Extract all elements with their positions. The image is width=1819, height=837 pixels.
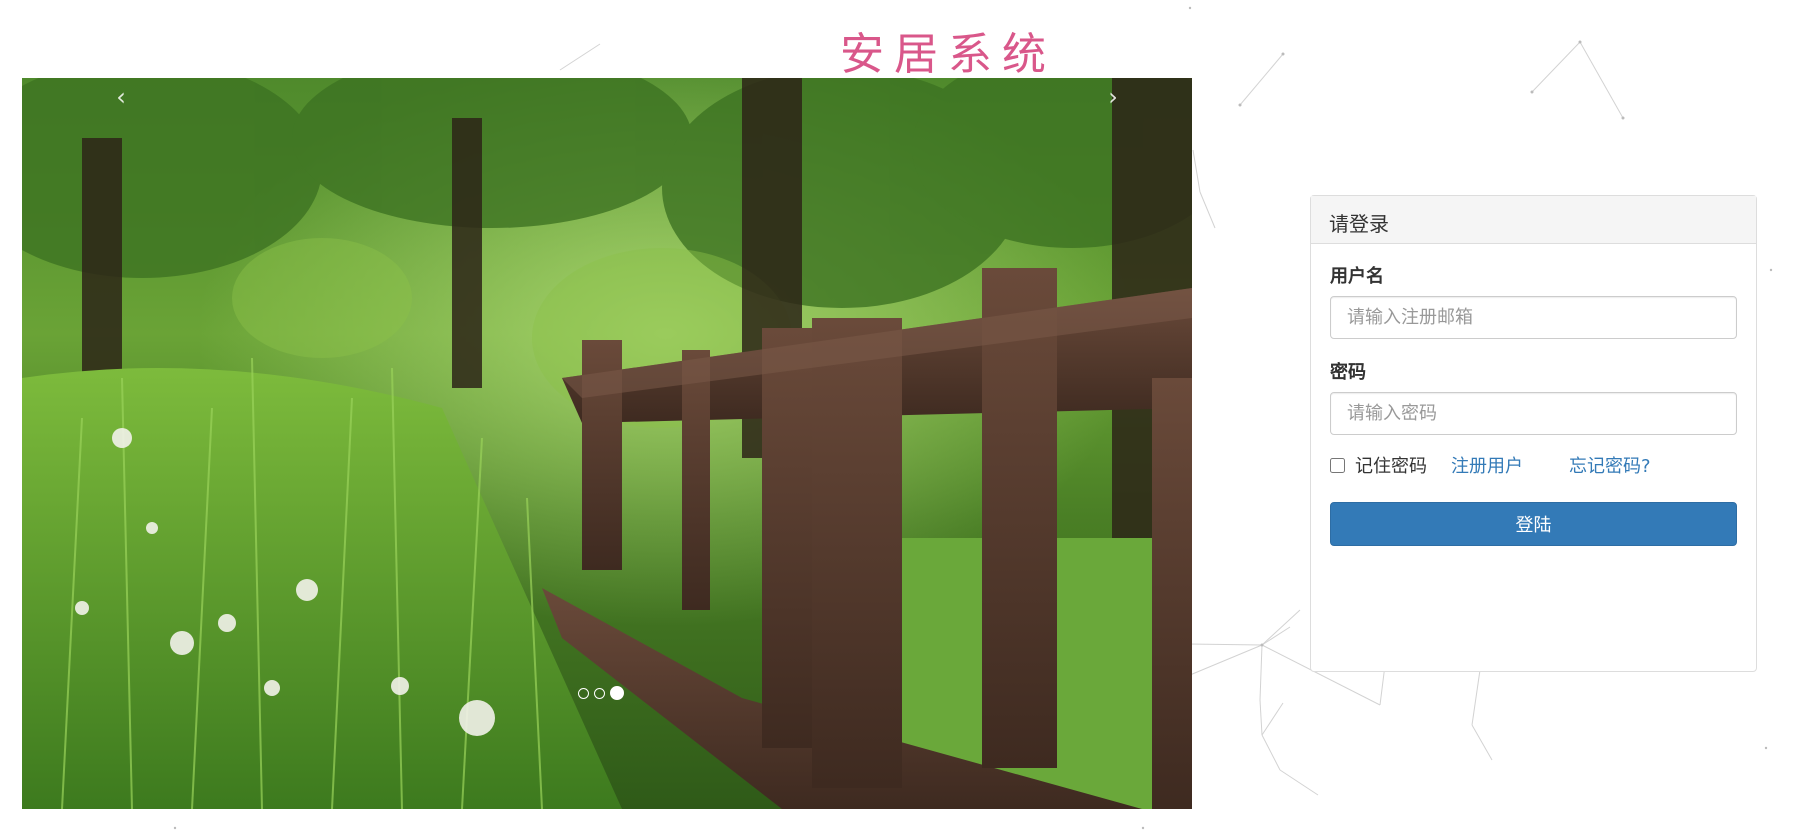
username-label: 用户名	[1330, 266, 1384, 287]
login-panel: 请登录 用户名 密码 记住密码 注册用户 忘记密码? 登陆	[1310, 195, 1757, 672]
username-input[interactable]	[1330, 296, 1737, 339]
carousel-indicator-1[interactable]	[578, 687, 589, 699]
carousel-indicator-2[interactable]	[594, 687, 605, 699]
carousel-next-button[interactable]: ›	[1098, 82, 1128, 112]
login-panel-heading: 请登录	[1311, 196, 1756, 244]
remember-password-label[interactable]: 记住密码	[1355, 452, 1427, 478]
login-page: 安居系统 ‹ › 请登录 用户名 请输入注册邮箱 密码 记住密码 注册用户 忘记…	[0, 0, 1819, 837]
login-button[interactable]: 登陆	[1330, 502, 1737, 546]
register-link[interactable]: 注册用户	[1451, 452, 1523, 478]
carousel-prev-button[interactable]: ‹	[106, 82, 136, 112]
carousel-indicators	[578, 686, 624, 700]
page-title: 安居系统	[840, 29, 1056, 80]
login-options-row: 记住密码 注册用户 忘记密码?	[1330, 450, 1737, 480]
remember-password-checkbox[interactable]	[1330, 457, 1345, 473]
forgot-password-link[interactable]: 忘记密码?	[1569, 452, 1651, 478]
image-carousel[interactable]: ‹ ›	[22, 78, 1192, 809]
password-input[interactable]	[1330, 392, 1737, 435]
login-form: 用户名 密码 记住密码 注册用户 忘记密码? 登陆	[1311, 244, 1756, 564]
password-label: 密码	[1330, 362, 1366, 383]
carousel-indicator-3[interactable]	[610, 686, 624, 700]
